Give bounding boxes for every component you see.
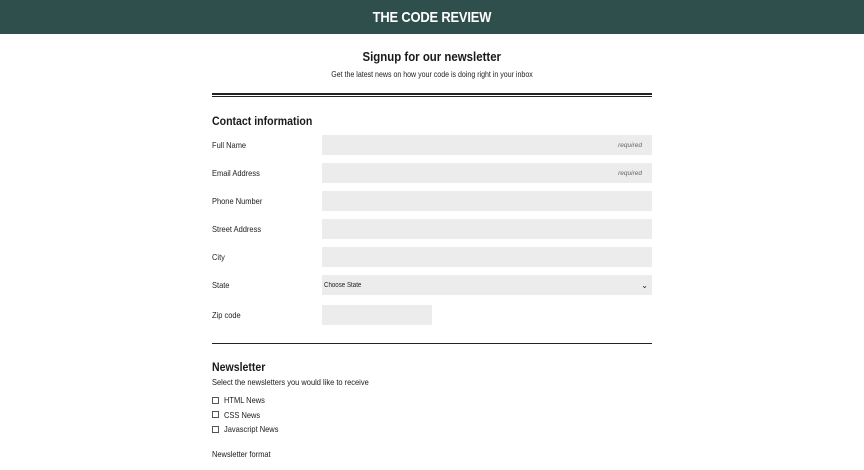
checkbox-label: HTML News (224, 395, 265, 406)
email-input[interactable]: required (322, 163, 652, 183)
checkbox[interactable] (212, 396, 219, 404)
full-name-label: Full Name (212, 140, 247, 150)
checkbox[interactable] (212, 425, 219, 433)
email-row: Email Address required (212, 159, 652, 187)
phone-row: Phone Number (212, 187, 652, 215)
newsletter-options: HTML News CSS News Javascript News (212, 393, 652, 437)
city-input[interactable] (322, 247, 652, 267)
signup-form: Signup for our newsletter Get the latest… (212, 34, 652, 459)
street-row: Street Address (212, 215, 652, 243)
full-name-row: Full Name required (212, 131, 652, 159)
state-select[interactable]: Choose State ⌄ (322, 275, 652, 295)
street-input[interactable] (322, 219, 652, 239)
checkbox-label: CSS News (224, 409, 261, 420)
contact-section-title: Contact information (212, 114, 313, 128)
checkbox-item[interactable]: HTML News (212, 393, 652, 408)
zip-label: Zip code (212, 310, 241, 320)
zip-row: Zip code (212, 301, 652, 329)
checkbox-label: Javascript News (224, 424, 279, 435)
required-hint: required (618, 141, 642, 149)
state-label: State (212, 280, 230, 290)
double-divider (212, 93, 652, 97)
section-divider (212, 343, 652, 344)
state-selected-value: Choose State (324, 281, 362, 289)
newsletter-format-label: Newsletter format (212, 448, 271, 459)
email-label: Email Address (212, 168, 260, 178)
top-header-bar: THE CODE REVIEW (0, 0, 864, 34)
newsletter-section-title: Newsletter (212, 360, 266, 374)
full-name-input[interactable]: required (322, 135, 652, 155)
site-brand[interactable]: THE CODE REVIEW (373, 9, 492, 26)
page-subtitle: Get the latest news on how your code is … (331, 70, 533, 79)
intro: Signup for our newsletter Get the latest… (212, 34, 652, 79)
required-hint: required (618, 169, 642, 177)
state-row: State Choose State ⌄ (212, 271, 652, 299)
checkbox-item[interactable]: Javascript News (212, 422, 652, 437)
chevron-down-icon: ⌄ (641, 280, 648, 290)
checkbox[interactable] (212, 411, 219, 419)
city-row: City (212, 243, 652, 271)
page-title: Signup for our newsletter (362, 49, 502, 64)
street-label: Street Address (212, 224, 262, 234)
phone-input[interactable] (322, 191, 652, 211)
checkbox-item[interactable]: CSS News (212, 408, 652, 423)
phone-label: Phone Number (212, 196, 263, 206)
city-label: City (212, 252, 225, 262)
zip-input[interactable] (322, 305, 432, 325)
newsletter-subtitle: Select the newsletters you would like to… (212, 377, 369, 387)
